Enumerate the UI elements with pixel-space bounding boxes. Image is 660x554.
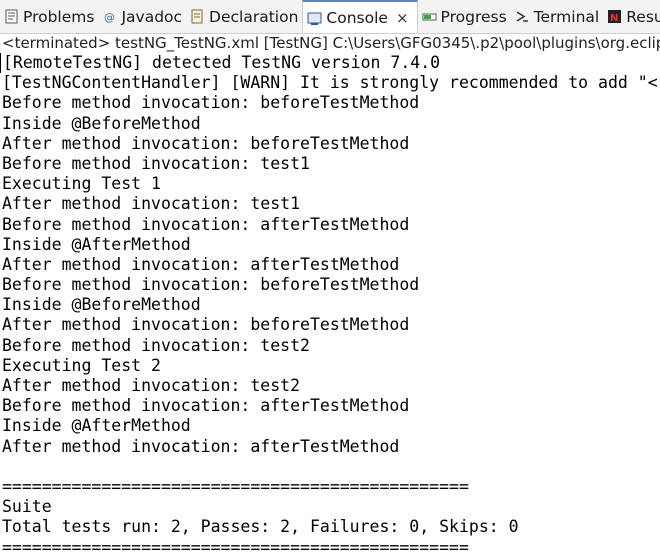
console-line: Before method invocation: afterTestMetho… <box>2 214 410 234</box>
tab-label: Results of running <box>626 7 660 26</box>
console-line: [TestNGContentHandler] [WARN] It is stro… <box>2 73 660 93</box>
tab-label: Terminal <box>533 7 600 26</box>
console-line: Before method invocation: test1 <box>2 153 310 173</box>
console-line: After method invocation: afterTestMethod <box>2 436 400 456</box>
tab-label: Console <box>326 9 388 27</box>
testng-results-icon: N <box>607 9 622 24</box>
tab-declaration[interactable]: Declaration <box>186 0 302 33</box>
console-line: ========================================… <box>2 537 469 554</box>
console-output[interactable]: [RemoteTestNG] detected TestNG version 7… <box>0 53 660 554</box>
tab-results-of-running[interactable]: N Results of running <box>603 0 660 33</box>
console-line: Before method invocation: test2 <box>2 335 310 355</box>
console-line: Before method invocation: afterTestMetho… <box>2 396 410 416</box>
console-line: After method invocation: beforeTestMetho… <box>2 133 410 153</box>
console-line: Executing Test 1 <box>2 174 161 194</box>
console-line: Inside @BeforeMethod <box>2 113 201 133</box>
svg-text:@: @ <box>104 11 115 24</box>
console-icon <box>307 11 322 26</box>
tab-label: Javadoc <box>121 7 183 26</box>
console-line: [RemoteTestNG] detected TestNG version 7… <box>0 53 660 74</box>
console-line: ========================================… <box>2 476 469 496</box>
close-icon[interactable]: × <box>396 9 409 27</box>
console-line: After method invocation: afterTestMethod <box>2 254 400 274</box>
console-line: Inside @AfterMethod <box>2 234 191 254</box>
console-line: Suite <box>2 497 52 517</box>
tab-label: Declaration <box>209 7 299 26</box>
console-line: Before method invocation: beforeTestMeth… <box>2 275 420 295</box>
view-tab-bar: Problems @ Javadoc Declaration Console × Progr… <box>0 0 660 34</box>
progress-icon <box>422 9 437 24</box>
tab-problems[interactable]: Problems <box>0 0 98 33</box>
tab-label: Progress <box>440 7 507 26</box>
tab-progress[interactable]: Progress <box>418 0 511 33</box>
terminal-icon <box>515 9 530 24</box>
console-line: After method invocation: test2 <box>2 376 301 395</box>
tab-terminal[interactable]: Terminal <box>511 0 604 33</box>
problems-icon <box>4 9 19 24</box>
tab-javadoc[interactable]: @ Javadoc <box>98 0 186 33</box>
console-line: Inside @AfterMethod <box>2 416 191 436</box>
javadoc-icon: @ <box>102 9 117 24</box>
console-line: Executing Test 2 <box>2 355 161 375</box>
svg-text:N: N <box>610 13 618 24</box>
console-line: Before method invocation: beforeTestMeth… <box>2 93 420 113</box>
declaration-icon <box>190 9 205 24</box>
tab-label: Problems <box>23 7 95 26</box>
console-line: Total tests run: 2, Passes: 2, Failures:… <box>2 517 519 537</box>
tab-console[interactable]: Console × <box>302 0 418 33</box>
console-line: After method invocation: beforeTestMetho… <box>2 315 410 335</box>
console-status-line: <terminated> testNG_TestNG.xml [TestNG] … <box>2 34 660 52</box>
console-line: After method invocation: test1 <box>2 194 301 214</box>
console-line: Inside @BeforeMethod <box>2 295 201 315</box>
